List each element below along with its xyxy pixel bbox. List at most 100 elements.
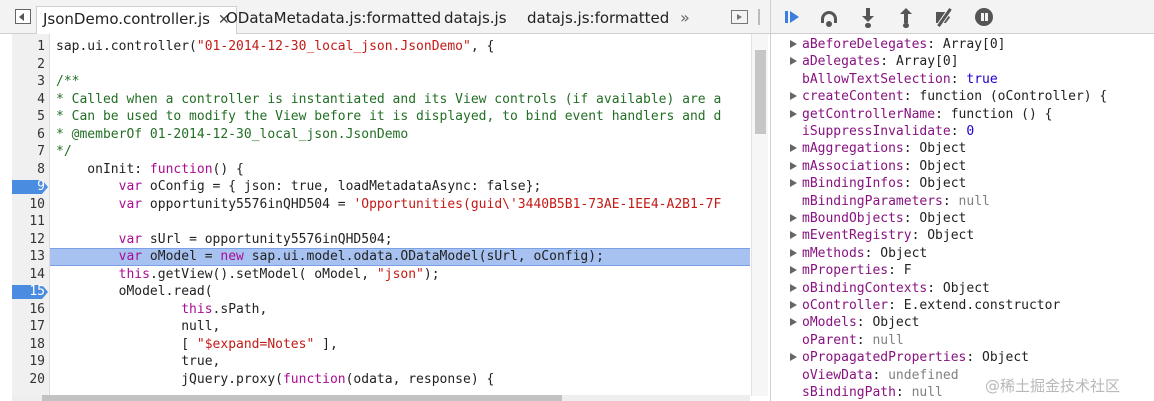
code-line[interactable]: 15 oModel.read(	[12, 283, 750, 301]
code-line[interactable]: 2	[12, 56, 750, 74]
expand-arrow-icon[interactable]	[790, 283, 797, 292]
line-number[interactable]: 20	[12, 371, 45, 389]
property-row[interactable]: mMethods: Object	[771, 245, 1154, 262]
expand-arrow-icon[interactable]	[790, 179, 797, 188]
code-line[interactable]: 7 */	[12, 143, 750, 161]
property-value: Object	[872, 315, 920, 331]
code-line[interactable]: 3 /**	[12, 73, 750, 91]
step-over-icon[interactable]	[818, 6, 840, 28]
line-number[interactable]: 12	[12, 231, 45, 249]
code-line[interactable]: 13 var oModel = new sap.ui.model.odata.O…	[12, 248, 750, 266]
watermark: @稀土掘金技术社区	[985, 377, 1121, 395]
line-number[interactable]: 11	[12, 213, 45, 231]
scrollbar-thumb[interactable]	[42, 395, 562, 401]
property-row[interactable]: getControllerName: function () {	[771, 106, 1154, 123]
line-number[interactable]: 9	[12, 178, 45, 196]
tab-overflow-icon[interactable]: »	[680, 8, 690, 27]
property-row[interactable]: iSuppressInvalidate: 0	[771, 123, 1154, 140]
step-out-icon[interactable]	[895, 6, 917, 28]
expand-arrow-icon[interactable]	[790, 231, 797, 240]
expand-arrow-icon[interactable]	[790, 144, 797, 153]
line-number[interactable]: 5	[12, 108, 45, 126]
expand-arrow-icon[interactable]	[790, 92, 797, 101]
resume-icon[interactable]	[781, 6, 803, 28]
property-row[interactable]: mEventRegistry: Object	[771, 227, 1154, 244]
scrollbar-thumb[interactable]	[755, 50, 766, 134]
code-line[interactable]: 17 null,	[12, 318, 750, 336]
property-row[interactable]: mBindingParameters: null	[771, 193, 1154, 210]
code-line[interactable]: 5 * Can be used to modify the View before…	[12, 108, 750, 126]
property-row[interactable]: oBindingContexts: Object	[771, 280, 1154, 297]
line-number[interactable]: 16	[12, 301, 45, 319]
step-into-icon[interactable]	[857, 6, 879, 28]
code-line[interactable]: 4 * Called when a controller is instantia…	[12, 91, 750, 109]
line-number[interactable]: 8	[12, 161, 45, 179]
expand-arrow-icon[interactable]	[790, 40, 797, 48]
property-row[interactable]: oParent: null	[771, 332, 1154, 349]
tab-odatametadata-formatted[interactable]: ODataMetadata.js:formatted	[226, 6, 441, 34]
line-number[interactable]: 13	[12, 248, 45, 266]
property-row[interactable]: oPropagatedProperties: Object	[771, 349, 1154, 366]
code-line[interactable]: 6 * @memberOf 01-2014-12-30_local_json.Js…	[12, 126, 750, 144]
line-number[interactable]: 3	[12, 73, 45, 91]
line-number[interactable]: 2	[12, 56, 45, 74]
line-number[interactable]: 6	[12, 126, 45, 144]
property-row[interactable]: mProperties: F	[771, 262, 1154, 279]
code-line[interactable]: 12 var sUrl = opportunity5576inQHD504;	[12, 231, 750, 249]
line-number[interactable]: 18	[12, 336, 45, 354]
pause-on-exceptions-icon[interactable]	[973, 6, 995, 28]
expand-arrow-icon[interactable]	[790, 109, 797, 118]
property-row[interactable]: oController: E.extend.constructor	[771, 297, 1154, 314]
line-number[interactable]: 4	[12, 91, 45, 109]
code-line[interactable]: 14 this.getView().setModel( oModel, "jso…	[12, 266, 750, 284]
toggle-navigator-icon[interactable]	[15, 9, 31, 24]
line-number[interactable]: 19	[12, 353, 45, 371]
expand-arrow-icon[interactable]	[790, 353, 797, 362]
line-number[interactable]: 14	[12, 266, 45, 284]
code-editor[interactable]: 1 sap.ui.controller("01-2014-12-30_local_…	[12, 34, 750, 396]
line-number[interactable]: 7	[12, 143, 45, 161]
property-row[interactable]: mAggregations: Object	[771, 140, 1154, 157]
code-text: [ "$expand=Notes" ],	[56, 336, 338, 352]
code-line[interactable]: 19 true,	[12, 353, 750, 371]
code-line[interactable]: 8 onInit: function() {	[12, 161, 750, 179]
property-row[interactable]: mBoundObjects: Object	[771, 210, 1154, 227]
property-row[interactable]: bAllowTextSelection: true	[771, 71, 1154, 88]
vertical-scrollbar[interactable]	[751, 34, 768, 396]
code-line[interactable]: 1 sap.ui.controller("01-2014-12-30_local_…	[12, 38, 750, 56]
tab-datajs[interactable]: datajs.js	[444, 6, 507, 34]
expand-arrow-icon[interactable]	[790, 214, 797, 222]
code-line[interactable]: 18 [ "$expand=Notes" ],	[12, 336, 750, 354]
horizontal-scrollbar[interactable]	[12, 395, 750, 401]
toggle-debugger-icon[interactable]	[731, 10, 748, 24]
property-row[interactable]: mBindingInfos: Object	[771, 175, 1154, 192]
property-row[interactable]: createContent: function (oController) {	[771, 88, 1154, 105]
expand-arrow-icon[interactable]	[790, 57, 797, 66]
tab-jsondemo-controller[interactable]: JsonDemo.controller.js ✕	[36, 6, 237, 34]
code-line[interactable]: 16 this.sPath,	[12, 301, 750, 319]
expand-arrow-icon[interactable]	[790, 248, 797, 257]
property-row[interactable]: aDelegates: Array[0]	[771, 53, 1154, 70]
property-row[interactable]: mAssociations: Object	[771, 158, 1154, 175]
tab-datajs-formatted[interactable]: datajs.js:formatted	[527, 6, 669, 34]
code-line[interactable]: 9 var oConfig = { json: true, loadMetada…	[12, 178, 750, 196]
line-number[interactable]: 1	[12, 38, 45, 56]
line-number[interactable]: 10	[12, 196, 45, 214]
expand-arrow-icon[interactable]	[790, 161, 797, 170]
expand-arrow-icon[interactable]	[790, 318, 797, 327]
debugger-toolbar	[771, 0, 1154, 34]
expand-arrow-icon[interactable]	[790, 266, 797, 275]
line-number[interactable]: 15	[12, 283, 45, 301]
expand-arrow-icon[interactable]	[790, 301, 797, 309]
line-number[interactable]: 17	[12, 318, 45, 336]
property-key: mBindingInfos	[802, 176, 904, 192]
property-value: Array[0]	[895, 54, 959, 70]
property-row[interactable]: oModels: Object	[771, 314, 1154, 331]
deactivate-breakpoints-icon[interactable]	[933, 6, 955, 28]
tab-label: JsonDemo.controller.js	[43, 10, 210, 28]
property-row[interactable]: aBeforeDelegates: Array[0]	[771, 36, 1154, 53]
code-line[interactable]: 10 var opportunity5576inQHD504 = 'Opport…	[12, 196, 750, 214]
code-line[interactable]: 11	[12, 213, 750, 231]
property-name: mAssociations: Object	[802, 158, 967, 174]
code-line[interactable]: 20 jQuery.proxy(function(odata, response…	[12, 371, 750, 389]
